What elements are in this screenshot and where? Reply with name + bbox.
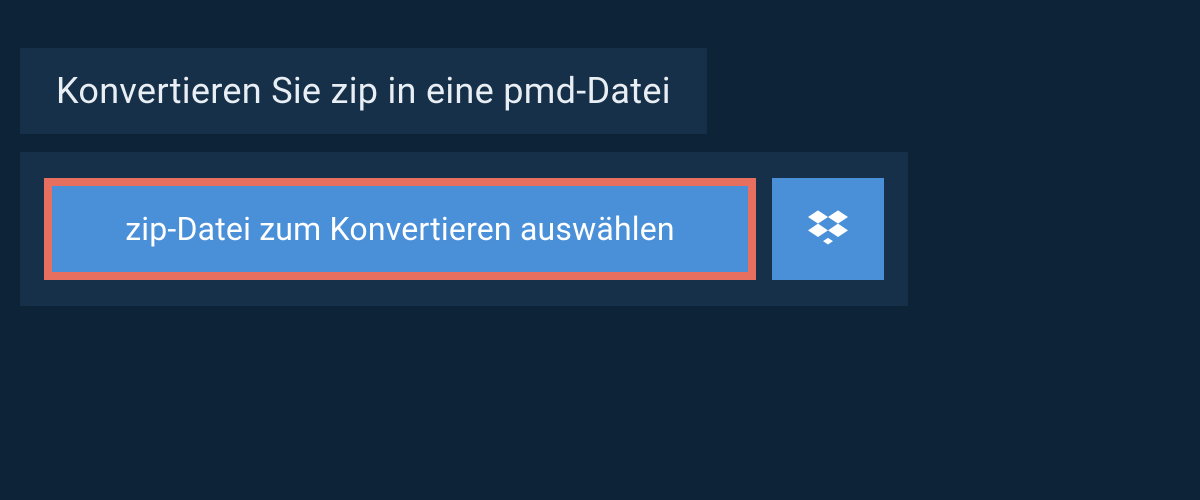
action-panel: zip-Datei zum Konvertieren auswählen [20, 152, 908, 306]
dropbox-icon [808, 207, 848, 251]
select-file-button[interactable]: zip-Datei zum Konvertieren auswählen [44, 178, 756, 280]
page-title: Konvertieren Sie zip in eine pmd-Datei [56, 70, 671, 112]
dropbox-button[interactable] [772, 178, 884, 280]
header-bar: Konvertieren Sie zip in eine pmd-Datei [20, 48, 707, 134]
select-file-label: zip-Datei zum Konvertieren auswählen [125, 210, 675, 248]
